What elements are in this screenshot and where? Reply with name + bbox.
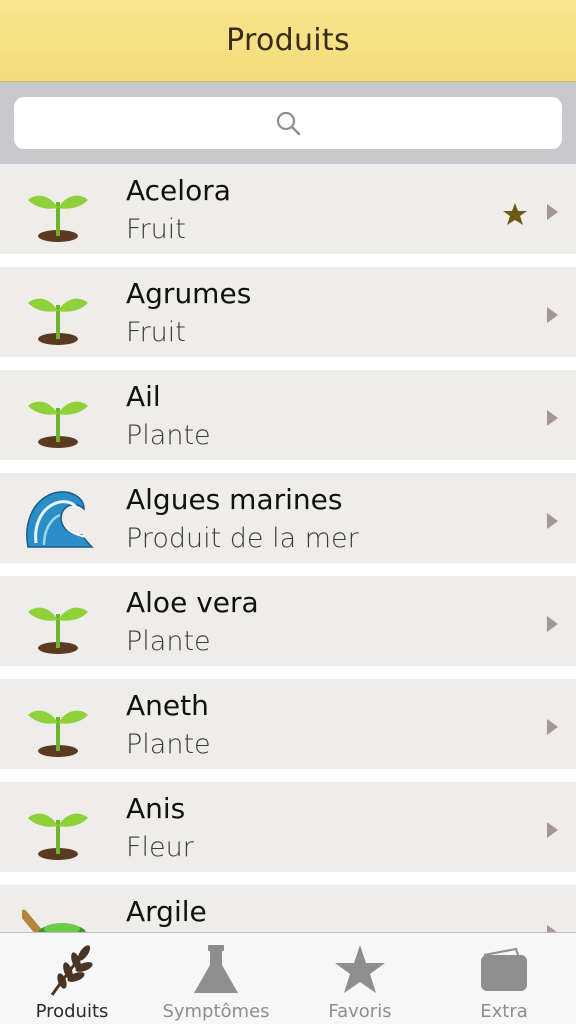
tab-extra[interactable]: Extra [432,933,576,1024]
favorite-star-icon [503,203,527,225]
flask-icon [194,945,238,993]
chevron-right-icon [547,410,558,426]
wave-icon [26,491,94,548]
list-item-title: Ail [126,380,161,413]
star-icon [335,945,385,993]
folder-icon [481,947,527,991]
tab-bar: Produits Symptômes Favoris Extra [0,932,576,1024]
list-item-subtitle: Produit de la mer [126,523,359,554]
wheat-icon [50,945,93,996]
screen: Produits Acelora Fruit Agrumes Fruit Ail… [0,0,576,1024]
tab-label: Symptômes [162,1001,270,1022]
list-item-title: Aneth [126,689,209,722]
chevron-right-icon [547,204,558,220]
tab-label: Favoris [328,1001,392,1022]
list-item-subtitle: Fleur [126,832,194,863]
product-list: Acelora Fruit Agrumes Fruit Ail Plante A… [0,164,576,932]
list-item-subtitle: Plante [126,729,211,760]
list-item[interactable]: Anis Fleur [0,782,576,872]
list-item[interactable]: Algues marines Produit de la mer [0,473,576,563]
tab-label: Produits [35,1001,109,1022]
list-item-title: Algues marines [126,483,343,516]
list-item-subtitle: Fruit [126,214,186,245]
navigation-bar: Produits [0,0,576,82]
search-icon [276,111,301,136]
list-item-title: Argile [126,895,207,928]
list-item-subtitle: Plante [126,626,211,657]
sprout-icon [28,710,88,757]
chevron-right-icon [547,616,558,632]
sprout-icon [28,195,88,242]
list-item-subtitle: Fruit [126,317,186,348]
chevron-right-icon [547,307,558,323]
list-item[interactable]: Aloe vera Plante [0,576,576,666]
page-title: Produits [226,23,350,58]
sprout-icon [28,401,88,448]
chevron-right-icon [547,513,558,529]
sprout-icon [28,298,88,345]
list-item[interactable]: Ail Plante [0,370,576,460]
list-item[interactable]: Acelora Fruit [0,164,576,254]
list-item[interactable]: Argile [0,885,576,932]
tab-favoris[interactable]: Favoris [288,933,432,1024]
chevron-right-icon [547,822,558,838]
list-item-title: Agrumes [126,277,252,310]
sprout-icon [28,813,88,860]
chevron-right-icon [547,719,558,735]
list-item-title: Acelora [126,174,231,207]
tab-produits[interactable]: Produits [0,933,144,1024]
search-input[interactable] [14,97,562,149]
sprout-icon [28,607,88,654]
tab-label: Extra [480,1001,528,1022]
search-bar [0,82,576,164]
list-item-title: Anis [126,792,186,825]
list-item-subtitle: Plante [126,420,211,451]
tab-symptomes[interactable]: Symptômes [144,933,288,1024]
list-item-title: Aloe vera [126,586,259,619]
chevron-right-icon [547,925,557,932]
list-item[interactable]: Aneth Plante [0,679,576,769]
list-item[interactable]: Agrumes Fruit [0,267,576,357]
clay-icon [22,909,86,932]
